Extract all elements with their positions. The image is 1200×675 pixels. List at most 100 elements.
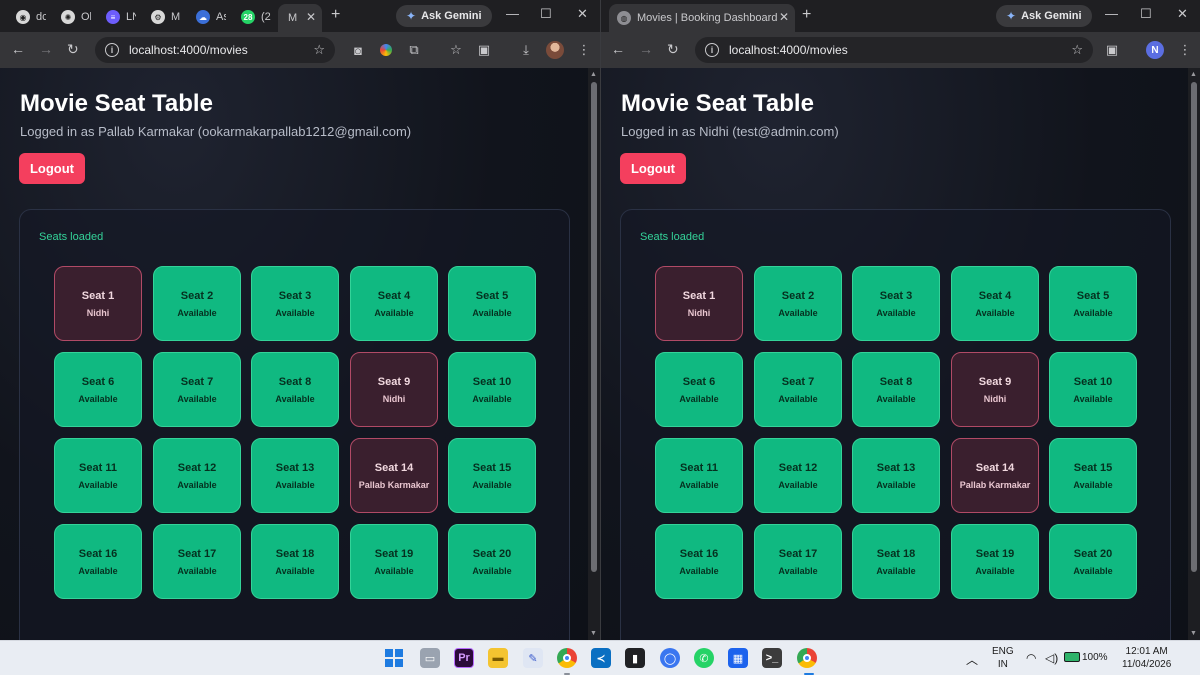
tab-active[interactable]: M ✕ (278, 4, 322, 32)
battery-icon[interactable] (1064, 652, 1080, 662)
forward-icon[interactable]: → (39, 41, 53, 57)
minimize-icon[interactable]: — (1105, 6, 1118, 21)
seat-card[interactable]: Seat 4 Available (951, 266, 1039, 341)
file-explorer-icon[interactable]: ▭ (420, 648, 440, 668)
tab-5[interactable]: ☁ As (188, 4, 226, 30)
docker-icon[interactable]: ▦ (728, 648, 748, 668)
wifi-icon[interactable]: ◠ (1026, 651, 1036, 665)
scroll-thumb[interactable] (1191, 82, 1197, 572)
folder-icon[interactable]: ▬ (488, 648, 508, 668)
menu-icon[interactable]: ⋮ (576, 42, 592, 58)
seat-card[interactable]: Seat 2 Available (754, 266, 842, 341)
maximize-icon[interactable]: ☐ (540, 6, 552, 22)
back-icon[interactable]: ← (11, 41, 25, 57)
seat-card[interactable]: Seat 20 Available (448, 524, 536, 599)
seat-card[interactable]: Seat 13 Available (852, 438, 940, 513)
new-tab-button[interactable]: + (802, 6, 811, 24)
seat-card[interactable]: Seat 9 Nidhi (951, 352, 1039, 427)
premiere-icon[interactable]: Pr (454, 648, 474, 668)
seat-card[interactable]: Seat 12 Available (754, 438, 842, 513)
seat-card[interactable]: Seat 16 Available (655, 524, 743, 599)
seat-card[interactable]: Seat 20 Available (1049, 524, 1137, 599)
bookmark-star-icon[interactable]: ☆ (313, 42, 325, 58)
tab-active[interactable]: ◍ Movies | Booking Dashboard ✕ (609, 4, 795, 32)
notepad-icon[interactable]: ✎ (523, 648, 543, 668)
seat-card[interactable]: Seat 8 Available (852, 352, 940, 427)
extension-colorful-icon[interactable] (378, 42, 394, 58)
seat-card[interactable]: Seat 5 Available (1049, 266, 1137, 341)
seat-card[interactable]: Seat 1 Nidhi (54, 266, 142, 341)
language-indicator[interactable]: ENG IN (992, 645, 1014, 671)
close-tab-icon[interactable]: ✕ (306, 10, 316, 24)
tab-search-icon[interactable]: ▣ (476, 42, 492, 58)
seat-card[interactable]: Seat 14 Pallab Karmakar (350, 438, 438, 513)
ask-gemini-button[interactable]: ✦ Ask Gemini (396, 5, 492, 27)
seat-card[interactable]: Seat 18 Available (852, 524, 940, 599)
profile-avatar[interactable] (546, 41, 564, 59)
address-bar[interactable]: i localhost:4000/movies ☆ (95, 37, 335, 63)
seat-card[interactable]: Seat 10 Available (448, 352, 536, 427)
seat-card[interactable]: Seat 6 Available (54, 352, 142, 427)
ask-gemini-button[interactable]: ✦ Ask Gemini (996, 5, 1092, 27)
seat-card[interactable]: Seat 12 Available (153, 438, 241, 513)
maximize-icon[interactable]: ☐ (1140, 6, 1152, 22)
menu-icon[interactable]: ⋮ (1177, 42, 1193, 58)
address-bar[interactable]: i localhost:4000/movies ☆ (695, 37, 1093, 63)
tab-3[interactable]: ≡ LN (98, 4, 136, 30)
scroll-thumb[interactable] (591, 82, 597, 572)
camera-icon[interactable]: ◙ (350, 42, 366, 58)
seat-card[interactable]: Seat 4 Available (350, 266, 438, 341)
seat-card[interactable]: Seat 1 Nidhi (655, 266, 743, 341)
logout-button[interactable]: Logout (620, 153, 686, 184)
scroll-up-icon[interactable]: ▲ (1190, 71, 1197, 78)
seat-card[interactable]: Seat 6 Available (655, 352, 743, 427)
seat-card[interactable]: Seat 15 Available (448, 438, 536, 513)
download-icon[interactable]: ⤓ (518, 42, 534, 58)
scrollbar[interactable]: ▲ ▼ (588, 68, 600, 640)
reload-icon[interactable]: ↻ (667, 41, 679, 58)
signal-icon[interactable]: ◯ (660, 648, 680, 668)
seat-card[interactable]: Seat 3 Available (251, 266, 339, 341)
seat-card[interactable]: Seat 17 Available (153, 524, 241, 599)
close-window-icon[interactable]: ✕ (1177, 6, 1188, 22)
seat-card[interactable]: Seat 11 Available (54, 438, 142, 513)
chevron-up-icon[interactable]: ︿ (966, 651, 978, 668)
forward-icon[interactable]: → (639, 41, 653, 57)
seat-card[interactable]: Seat 7 Available (153, 352, 241, 427)
seat-card[interactable]: Seat 2 Available (153, 266, 241, 341)
seat-card[interactable]: Seat 8 Available (251, 352, 339, 427)
seat-card[interactable]: Seat 3 Available (852, 266, 940, 341)
extensions-icon[interactable]: ⧉ (406, 42, 422, 58)
seat-card[interactable]: Seat 19 Available (350, 524, 438, 599)
tab-6[interactable]: 28 (2 (233, 4, 273, 30)
tab-1[interactable]: ◉ dc (8, 4, 46, 30)
terminal-icon[interactable]: ▮ (625, 648, 645, 668)
seat-card[interactable]: Seat 5 Available (448, 266, 536, 341)
chrome-profile-icon[interactable] (797, 648, 817, 668)
seat-card[interactable]: Seat 19 Available (951, 524, 1039, 599)
seat-card[interactable]: Seat 13 Available (251, 438, 339, 513)
new-tab-button[interactable]: + (331, 6, 340, 24)
site-info-icon[interactable]: i (105, 43, 119, 57)
seat-card[interactable]: Seat 7 Available (754, 352, 842, 427)
seat-card[interactable]: Seat 17 Available (754, 524, 842, 599)
seat-card[interactable]: Seat 18 Available (251, 524, 339, 599)
back-icon[interactable]: ← (611, 41, 625, 57)
minimize-icon[interactable]: — (506, 6, 519, 21)
scroll-up-icon[interactable]: ▲ (590, 71, 597, 78)
seat-card[interactable]: Seat 16 Available (54, 524, 142, 599)
whatsapp-icon[interactable]: ✆ (694, 648, 714, 668)
seat-card[interactable]: Seat 15 Available (1049, 438, 1137, 513)
logout-button[interactable]: Logout (19, 153, 85, 184)
windows-start-icon[interactable] (384, 648, 404, 668)
bookmarks-icon[interactable]: ☆ (448, 42, 464, 58)
tab-4[interactable]: ⚙ M (143, 4, 181, 30)
tab-search-icon[interactable]: ▣ (1104, 42, 1120, 58)
scroll-down-icon[interactable]: ▼ (590, 630, 597, 637)
profile-avatar[interactable]: N (1146, 41, 1164, 59)
bookmark-star-icon[interactable]: ☆ (1071, 42, 1083, 58)
seat-card[interactable]: Seat 14 Pallab Karmakar (951, 438, 1039, 513)
reload-icon[interactable]: ↻ (67, 41, 79, 58)
seat-card[interactable]: Seat 9 Nidhi (350, 352, 438, 427)
console-icon[interactable]: >_ (762, 648, 782, 668)
